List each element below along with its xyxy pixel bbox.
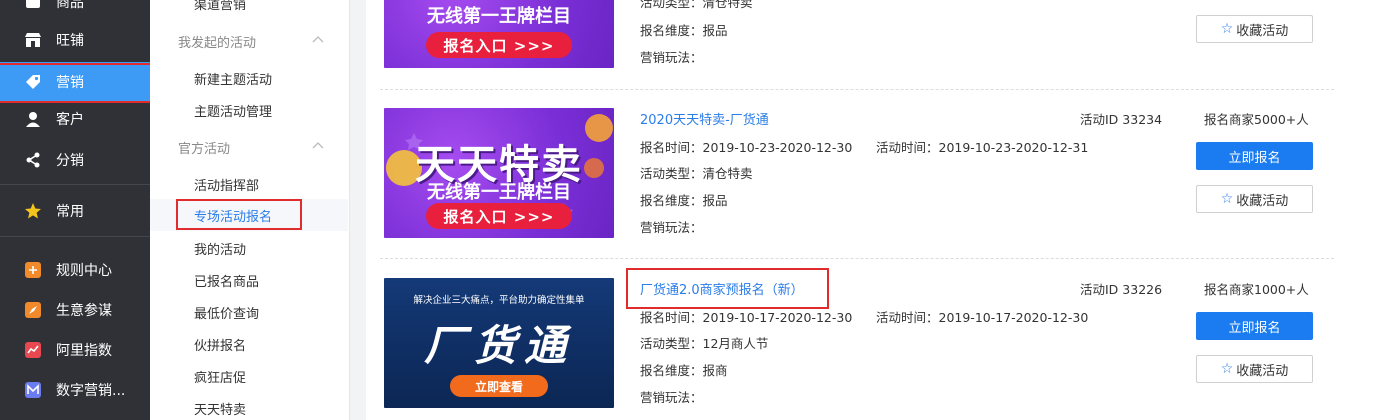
box-icon xyxy=(24,0,42,11)
star-icon xyxy=(24,202,42,220)
activity-play: 营销玩法： xyxy=(640,390,703,405)
sidebar-item-label: 规则中心 xyxy=(56,263,112,279)
favorite-activity-button[interactable]: ☆ 收藏活动 xyxy=(1196,355,1313,383)
favorite-label: 收藏活动 xyxy=(1236,363,1289,379)
digital-icon xyxy=(24,381,42,399)
sidebar-item-label: 商品 xyxy=(56,0,84,11)
activity-banner[interactable]: 解决企业三大痛点，平台助力确定性集单 厂货通 立即查看 xyxy=(384,278,614,408)
star-outline-icon: ☆ xyxy=(1220,191,1234,207)
merchant-count: 报名商家5000+人 xyxy=(1204,112,1309,127)
submenu-item-signed-goods[interactable]: 已报名商品 xyxy=(194,271,259,290)
signup-time: 报名时间：2019-10-17-2020-12-30 xyxy=(640,310,853,325)
activity-id: 活动ID 33234 xyxy=(1080,112,1163,127)
favorite-label: 收藏活动 xyxy=(1236,23,1289,39)
sidebar-item-digital[interactable]: 数字营销... xyxy=(0,370,150,410)
star-outline-icon: ☆ xyxy=(1220,361,1234,377)
sidebar-item-goods[interactable]: 商品 xyxy=(0,0,150,22)
activity-type: 活动类型：清仓特卖 xyxy=(640,166,753,181)
tag-icon xyxy=(24,73,42,91)
sidebar-item-marketing[interactable]: 营销 xyxy=(0,62,150,102)
submenu-group-official[interactable]: 官方活动 xyxy=(178,138,230,157)
sidebar-item-label: 数字营销... xyxy=(56,383,126,399)
banner-cta: 报名入口 >>> xyxy=(426,203,572,229)
row-divider xyxy=(380,89,1334,90)
submenu-item-channel[interactable]: 渠道营销 xyxy=(194,0,246,13)
merchant-count: 报名商家1000+人 xyxy=(1204,282,1309,297)
banner-subtitle: 无线第一王牌栏目 xyxy=(427,6,571,27)
sidebar-item-ali-index[interactable]: 阿里指数 xyxy=(0,330,150,370)
sidebar-item-customer[interactable]: 客户 xyxy=(0,99,150,139)
submenu-group-my-activities[interactable]: 我发起的活动 xyxy=(178,32,256,51)
sidebar-item-label: 旺铺 xyxy=(56,33,84,49)
submenu-item-theme-manage[interactable]: 主题活动管理 xyxy=(194,101,272,120)
sidebar-item-label: 客户 xyxy=(56,112,84,128)
banner-title: 厂货通 xyxy=(423,321,574,370)
sidebar-item-label: 生意参谋 xyxy=(56,303,112,319)
signup-time: 报名时间：2019-10-23-2020-12-30 xyxy=(640,140,853,155)
sidebar-item-shop[interactable]: 旺铺 xyxy=(0,20,150,60)
sidebar-item-label: 分销 xyxy=(56,153,84,169)
sidebar-item-rules[interactable]: 规则中心 xyxy=(0,250,150,290)
chevron-up-icon[interactable] xyxy=(312,140,324,152)
submenu-item-lowest-price[interactable]: 最低价查询 xyxy=(194,303,259,322)
activity-title[interactable]: 2020天天特卖-厂货通 xyxy=(640,109,769,128)
activity-play: 营销玩法： xyxy=(640,50,703,65)
banner-subtitle: 无线第一王牌栏目 xyxy=(427,182,571,203)
chevron-up-icon[interactable] xyxy=(312,34,324,46)
join-now-button[interactable]: 立即报名 xyxy=(1196,312,1313,340)
sidebar-item-common[interactable]: 常用 xyxy=(0,191,150,231)
submenu-item-special-signup[interactable]: 专场活动报名 xyxy=(194,206,272,225)
rules-icon xyxy=(24,261,42,279)
favorite-activity-button[interactable]: ☆ 收藏活动 xyxy=(1196,185,1313,213)
main-sidebar: 商品 旺铺 营销 客户 分销 常用 规则中心 生意参谋 阿里指数 数字营销... xyxy=(0,0,150,420)
activity-dimension: 报名维度：报商 xyxy=(640,363,728,378)
sidebar-item-label: 阿里指数 xyxy=(56,343,112,359)
submenu-item-crazy-promo[interactable]: 疯狂店促 xyxy=(194,367,246,386)
sidebar-divider xyxy=(0,236,150,237)
sidebar-item-distribution[interactable]: 分销 xyxy=(0,140,150,180)
activity-time: 活动时间：2019-10-23-2020-12-31 xyxy=(876,140,1089,155)
app-root: 商品 旺铺 营销 客户 分销 常用 规则中心 生意参谋 阿里指数 数字营销...… xyxy=(0,0,1399,420)
banner-tagline: 解决企业三大痛点，平台助力确定性集单 xyxy=(413,295,585,306)
activity-play: 营销玩法： xyxy=(640,220,703,235)
activity-type: 活动类型：12月商人节 xyxy=(640,336,769,351)
sidebar-item-label: 常用 xyxy=(56,204,84,220)
submenu-item-new-theme[interactable]: 新建主题活动 xyxy=(194,69,272,88)
activity-time: 活动时间：2019-10-17-2020-12-30 xyxy=(876,310,1089,325)
sidebar-item-label: 营销 xyxy=(56,75,84,91)
activity-type: 活动类型：清仓特卖 xyxy=(640,0,753,10)
submenu-item-daily-special[interactable]: 天天特卖 xyxy=(194,399,246,418)
submenu-item-group-buy[interactable]: 伙拼报名 xyxy=(194,335,246,354)
banner-cta: 立即查看 xyxy=(450,375,548,397)
activity-dimension: 报名维度：报品 xyxy=(640,23,728,38)
activity-banner[interactable]: 无线第一王牌栏目 报名入口 >>> xyxy=(384,0,614,68)
favorite-label: 收藏活动 xyxy=(1236,193,1289,209)
sidebar-item-business[interactable]: 生意参谋 xyxy=(0,290,150,330)
activity-id: 活动ID 33226 xyxy=(1080,282,1163,297)
activity-title[interactable]: 厂货通2.0商家预报名（新） xyxy=(640,279,804,298)
banner-cta: 报名入口 >>> xyxy=(426,32,572,58)
activity-banner[interactable]: 天天特卖 无线第一王牌栏目 报名入口 >>> xyxy=(384,108,614,238)
submenu-item-my-activities[interactable]: 我的活动 xyxy=(194,239,246,258)
row-divider xyxy=(380,258,1334,259)
join-now-button[interactable]: 立即报名 xyxy=(1196,142,1313,170)
share-icon xyxy=(24,151,42,169)
activity-list: 无线第一王牌栏目 报名入口 >>> 活动类型：清仓特卖 报名维度：报品 营销玩法… xyxy=(366,0,1399,420)
submenu-item-command[interactable]: 活动指挥部 xyxy=(194,175,259,194)
favorite-activity-button[interactable]: ☆ 收藏活动 xyxy=(1196,15,1313,43)
user-icon xyxy=(24,110,42,128)
shop-icon xyxy=(24,31,42,49)
activity-dimension: 报名维度：报品 xyxy=(640,193,728,208)
trend-icon xyxy=(24,341,42,359)
compass-icon xyxy=(24,301,42,319)
star-outline-icon: ☆ xyxy=(1220,21,1234,37)
sidebar-divider xyxy=(0,184,150,185)
